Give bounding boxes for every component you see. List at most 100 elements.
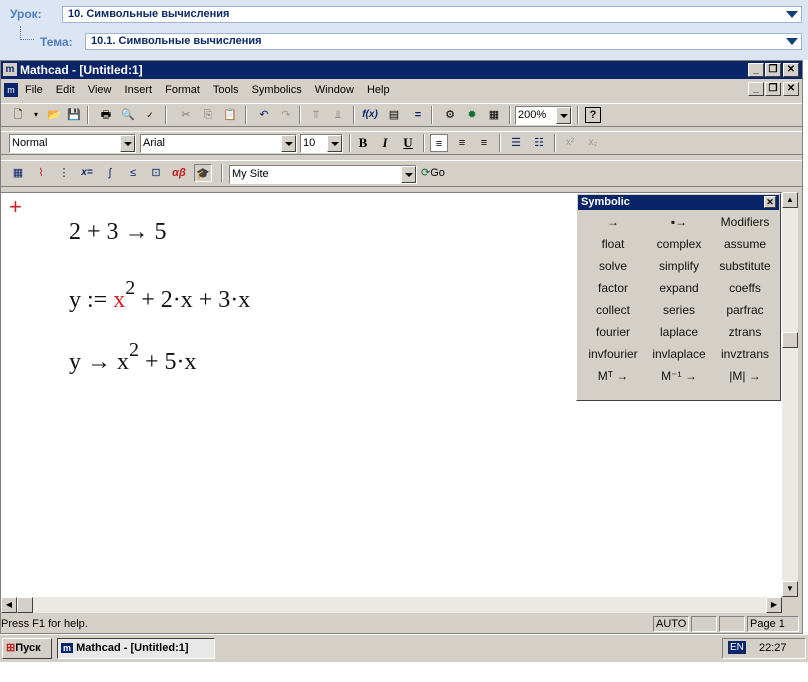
font-select[interactable]: Arial: [140, 134, 297, 153]
menu-file[interactable]: File: [25, 84, 43, 96]
align-top-icon[interactable]: ⫪: [307, 106, 325, 124]
italic-button[interactable]: I: [376, 134, 394, 152]
palette-transpose-button[interactable]: Mᵀ →: [581, 366, 645, 386]
palette-factor-button[interactable]: factor: [581, 278, 645, 298]
bold-button[interactable]: B: [354, 134, 372, 152]
palette-close-icon[interactable]: ✕: [764, 196, 776, 208]
open-icon[interactable]: 📂: [45, 106, 63, 124]
subscript-icon[interactable]: x₂: [584, 134, 602, 152]
scroll-down-icon[interactable]: ▼: [782, 581, 798, 597]
new-icon[interactable]: 🗋: [9, 106, 27, 124]
copy-icon[interactable]: ⎘: [199, 106, 217, 124]
font-size-select[interactable]: 10: [300, 134, 343, 153]
underline-button[interactable]: U: [399, 134, 417, 152]
cut-icon[interactable]: ✂: [177, 106, 195, 124]
scroll-right-icon[interactable]: ▶: [766, 597, 782, 613]
math-region-2[interactable]: y := x2 + 2·x + 3·x: [69, 277, 250, 314]
palette-title-bar[interactable]: Symbolic ✕: [578, 195, 779, 210]
doc-minimize-button[interactable]: _: [748, 82, 764, 96]
chevron-down-icon[interactable]: [281, 135, 296, 152]
document-icon[interactable]: m: [4, 83, 18, 97]
resource-center-icon[interactable]: ▦: [485, 106, 503, 124]
bullets-icon[interactable]: ☰: [507, 134, 525, 152]
taskbar-mathcad-button[interactable]: m Mathcad - [Untitled:1]: [57, 638, 215, 659]
palette-collect-button[interactable]: collect: [581, 300, 645, 320]
calculator-toolbar-icon[interactable]: ▦: [9, 164, 27, 182]
math-region-1[interactable]: 2 + 3 → 5: [69, 219, 167, 246]
palette-modifiers-button[interactable]: Modifiers: [713, 212, 777, 232]
undo-icon[interactable]: ↶: [255, 106, 273, 124]
save-icon[interactable]: 💾: [65, 106, 83, 124]
palette-inverse-button[interactable]: M⁻¹ →: [647, 366, 711, 386]
menu-symbolics[interactable]: Symbolics: [252, 84, 302, 96]
go-button[interactable]: ⟳Go: [421, 166, 445, 179]
redo-icon[interactable]: ↷: [277, 106, 295, 124]
help-icon[interactable]: ?: [585, 107, 601, 123]
menu-view[interactable]: View: [88, 84, 112, 96]
menu-insert[interactable]: Insert: [125, 84, 153, 96]
palette-fourier-button[interactable]: fourier: [581, 322, 645, 342]
math-region-3[interactable]: y → x2 + 5·x: [69, 339, 197, 376]
start-button[interactable]: ⊞Пуск: [2, 638, 52, 659]
palette-laplace-button[interactable]: laplace: [647, 322, 711, 342]
doc-restore-button[interactable]: ❐: [765, 82, 781, 96]
numbering-icon[interactable]: ☷: [530, 134, 548, 152]
style-select[interactable]: Normal: [9, 134, 136, 153]
scroll-up-icon[interactable]: ▲: [782, 192, 798, 208]
calculate-icon[interactable]: =: [409, 106, 427, 124]
calculus-toolbar-icon[interactable]: ∫: [101, 164, 119, 182]
h-scroll-thumb[interactable]: [17, 597, 33, 613]
palette-complex-button[interactable]: complex: [647, 234, 711, 254]
palette-solve-button[interactable]: solve: [581, 256, 645, 276]
palette-simplify-button[interactable]: simplify: [647, 256, 711, 276]
scroll-thumb[interactable]: [782, 332, 798, 348]
close-button[interactable]: ✕: [783, 63, 799, 77]
menu-tools[interactable]: Tools: [213, 84, 239, 96]
palette-coeffs-button[interactable]: coeffs: [713, 278, 777, 298]
palette-assume-button[interactable]: assume: [713, 234, 777, 254]
restore-button[interactable]: ❐: [765, 63, 781, 77]
doc-close-button[interactable]: ✕: [783, 82, 799, 96]
palette-sym-eval-button[interactable]: →: [581, 212, 645, 232]
dropdown-arrow-icon[interactable]: ▾: [27, 106, 45, 124]
matrix-toolbar-icon[interactable]: ⋮: [55, 164, 73, 182]
component-wizard-icon[interactable]: ⚙: [441, 106, 459, 124]
palette-invztrans-button[interactable]: invztrans: [713, 344, 777, 364]
spell-check-icon[interactable]: ✓: [141, 106, 159, 124]
align-left-icon[interactable]: ≡: [430, 134, 448, 152]
menu-help[interactable]: Help: [367, 84, 390, 96]
palette-invlaplace-button[interactable]: invlaplace: [647, 344, 711, 364]
align-center-icon[interactable]: ≡: [453, 134, 471, 152]
boolean-toolbar-icon[interactable]: ≤: [124, 164, 142, 182]
palette-series-button[interactable]: series: [647, 300, 711, 320]
chevron-down-icon[interactable]: [556, 107, 571, 124]
palette-ztrans-button[interactable]: ztrans: [713, 322, 777, 342]
zoom-select[interactable]: 200%: [515, 106, 572, 125]
palette-parfrac-button[interactable]: parfrac: [713, 300, 777, 320]
chevron-down-icon[interactable]: [327, 135, 342, 152]
align-down-icon[interactable]: ⫫: [329, 106, 347, 124]
language-indicator[interactable]: EN: [728, 641, 746, 654]
horizontal-scrollbar[interactable]: ◀ ▶: [1, 597, 782, 613]
chevron-down-icon[interactable]: [401, 166, 416, 183]
menu-format[interactable]: Format: [165, 84, 200, 96]
menu-window[interactable]: Window: [315, 84, 354, 96]
greek-toolbar-icon[interactable]: αβ: [170, 164, 188, 182]
insert-function-icon[interactable]: f(x): [361, 106, 379, 124]
paste-icon[interactable]: 📋: [221, 106, 239, 124]
programming-toolbar-icon[interactable]: ⊡: [147, 164, 165, 182]
chevron-down-icon[interactable]: [120, 135, 135, 152]
print-preview-icon[interactable]: 🔍: [119, 106, 137, 124]
palette-expand-button[interactable]: expand: [647, 278, 711, 298]
align-right-icon[interactable]: ≡: [475, 134, 493, 152]
symbolic-toolbar-icon[interactable]: 🎓: [194, 164, 212, 182]
scroll-left-icon[interactable]: ◀: [1, 597, 17, 613]
minimize-button[interactable]: _: [748, 63, 764, 77]
print-icon[interactable]: 🖶: [97, 106, 115, 124]
run-script-icon[interactable]: ✹: [463, 106, 481, 124]
vertical-scrollbar[interactable]: ▲ ▼: [782, 192, 798, 597]
palette-invfourier-button[interactable]: invfourier: [581, 344, 645, 364]
palette-sym-eval-keyword-button[interactable]: ▪→: [647, 212, 711, 232]
palette-substitute-button[interactable]: substitute: [713, 256, 777, 276]
superscript-icon[interactable]: x²: [561, 134, 579, 152]
